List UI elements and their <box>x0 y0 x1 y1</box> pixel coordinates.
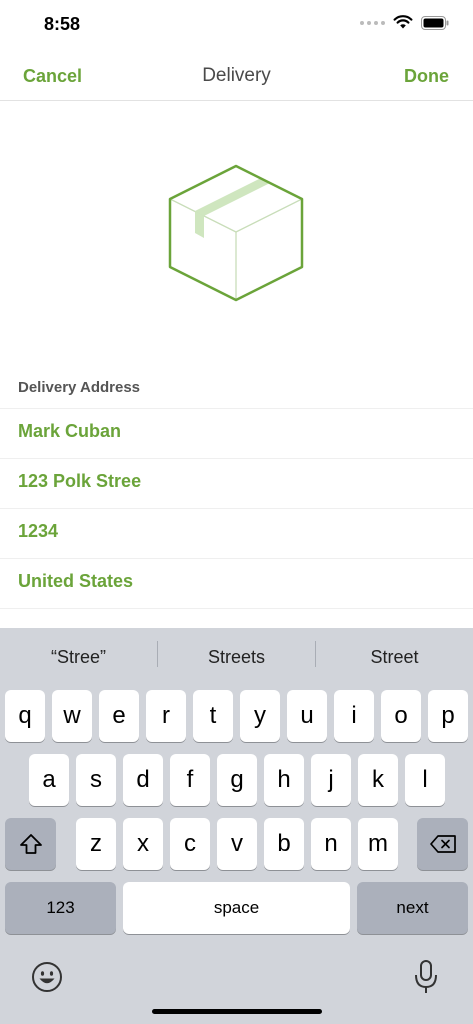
suggestion-item[interactable]: “Stree” <box>0 628 157 684</box>
wifi-icon <box>393 15 413 29</box>
key-letter[interactable]: k <box>358 754 398 806</box>
key-letter[interactable]: s <box>76 754 116 806</box>
street-field-row <box>0 458 473 509</box>
name-field[interactable] <box>18 421 448 442</box>
shift-key[interactable] <box>5 818 56 870</box>
done-button[interactable]: Done <box>404 66 449 87</box>
key-letter[interactable]: f <box>170 754 210 806</box>
battery-icon <box>421 15 449 30</box>
suggestion-item[interactable]: Street <box>316 628 473 684</box>
navigation-bar: Cancel Delivery Done <box>0 50 473 101</box>
keyboard-bottom-bar <box>0 948 473 1008</box>
delete-key[interactable] <box>417 818 468 870</box>
street-field[interactable] <box>18 471 448 492</box>
key-letter[interactable]: d <box>123 754 163 806</box>
status-time: 8:58 <box>44 14 81 34</box>
shift-icon <box>19 834 42 854</box>
home-indicator <box>152 1009 322 1014</box>
key-letter[interactable]: t <box>193 690 233 742</box>
key-letter[interactable]: e <box>99 690 139 742</box>
key-letter[interactable]: u <box>287 690 327 742</box>
key-letter[interactable]: h <box>264 754 304 806</box>
key-letter[interactable]: i <box>334 690 374 742</box>
next-key[interactable]: next <box>357 882 468 934</box>
zip-field-row <box>0 508 473 559</box>
key-letter[interactable]: w <box>52 690 92 742</box>
microphone-icon[interactable] <box>413 959 439 995</box>
key-letter[interactable]: l <box>405 754 445 806</box>
status-bar: 8:58 <box>0 0 473 50</box>
backspace-icon <box>429 835 456 853</box>
key-letter[interactable]: q <box>5 690 45 742</box>
key-letter[interactable]: z <box>76 818 116 870</box>
key-letter[interactable]: r <box>146 690 186 742</box>
keyboard: “Stree” Streets Street q w e r t y u i o… <box>0 628 473 1024</box>
space-key[interactable]: space <box>123 882 350 934</box>
key-letter[interactable]: v <box>217 818 257 870</box>
key-letter[interactable]: g <box>217 754 257 806</box>
key-letter[interactable]: y <box>240 690 280 742</box>
key-letter[interactable]: b <box>264 818 304 870</box>
status-icons <box>360 15 449 30</box>
key-letter[interactable]: m <box>358 818 398 870</box>
package-box-icon <box>168 164 304 302</box>
key-letter[interactable]: j <box>311 754 351 806</box>
key-letter[interactable]: p <box>428 690 468 742</box>
name-field-row <box>0 408 473 459</box>
cellular-signal-icon <box>360 20 385 25</box>
key-letter[interactable]: c <box>170 818 210 870</box>
suggestion-item[interactable]: Streets <box>158 628 315 684</box>
emoji-icon[interactable] <box>31 961 63 993</box>
section-header-delivery-address: Delivery Address <box>18 379 141 396</box>
key-letter[interactable]: o <box>381 690 421 742</box>
key-letter[interactable]: n <box>311 818 351 870</box>
country-field[interactable] <box>18 571 448 592</box>
page-title: Delivery <box>202 65 271 86</box>
zip-field[interactable] <box>18 521 448 542</box>
suggestion-bar: “Stree” Streets Street <box>0 628 473 684</box>
country-field-row <box>0 558 473 609</box>
key-letter[interactable]: a <box>29 754 69 806</box>
numbers-key[interactable]: 123 <box>5 882 116 934</box>
key-letter[interactable]: x <box>123 818 163 870</box>
